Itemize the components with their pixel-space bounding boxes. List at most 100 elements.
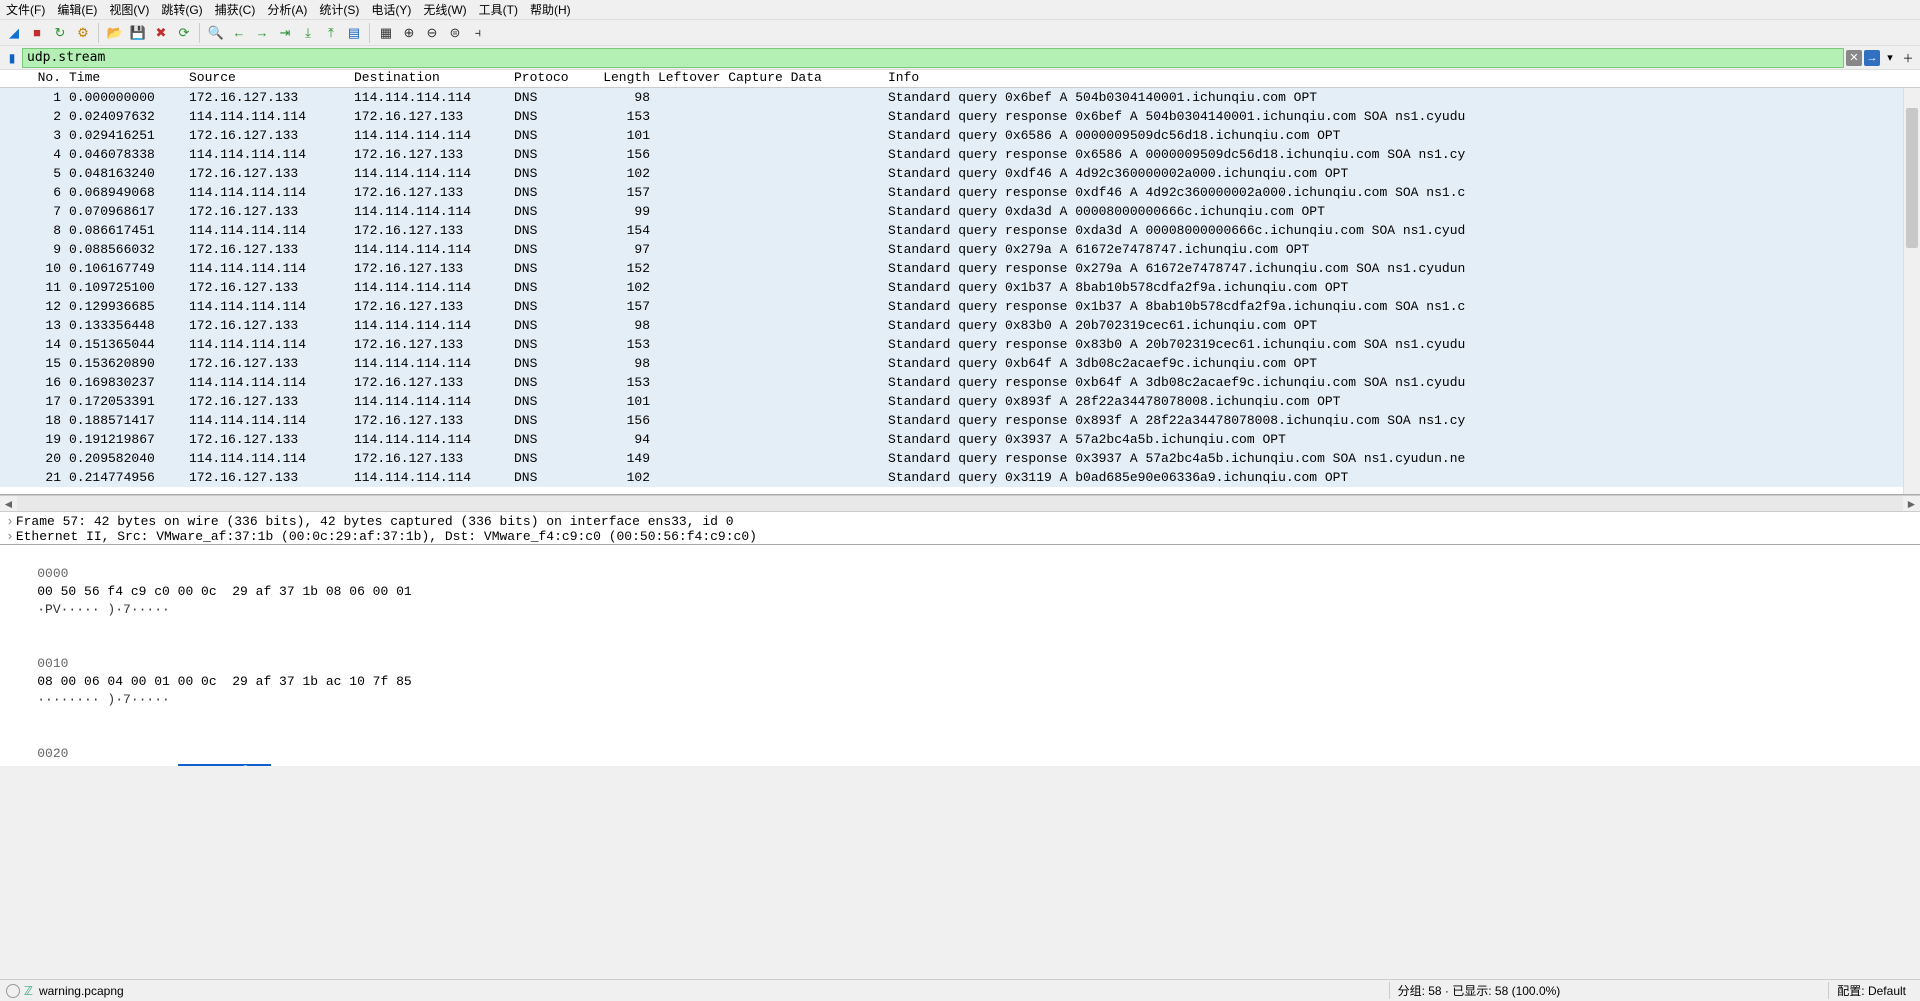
menu-wireless[interactable]: 无线(W): [423, 1, 466, 18]
open-file-icon[interactable]: 📂: [105, 23, 125, 43]
packet-row[interactable]: 60.068949068114.114.114.114172.16.127.13…: [0, 183, 1920, 202]
packet-row[interactable]: 10.000000000172.16.127.133114.114.114.11…: [0, 88, 1920, 107]
colorize-icon[interactable]: ▦: [376, 23, 396, 43]
scroll-right-icon[interactable]: ►: [1903, 495, 1920, 512]
hex-bytes: 08 00 06 04 00 01 00 0c 29 af 37 1b ac 1…: [37, 673, 447, 691]
vertical-scrollbar[interactable]: [1903, 88, 1920, 494]
packet-row[interactable]: 70.070968617172.16.127.133114.114.114.11…: [0, 202, 1920, 221]
packet-row[interactable]: 110.109725100172.16.127.133114.114.114.1…: [0, 278, 1920, 297]
stop-capture-icon[interactable]: ■: [27, 23, 47, 43]
packet-list-body[interactable]: 10.000000000172.16.127.133114.114.114.11…: [0, 88, 1920, 495]
separator: [98, 23, 100, 43]
menu-file[interactable]: 文件(F): [6, 1, 45, 18]
hex-ascii: ·PV····· )·7·····: [37, 601, 170, 619]
detail-eth-line: Ethernet II, Src: VMware_af:37:1b (00:0c…: [16, 529, 757, 544]
display-filter-bar: ▮ ✕ → ▾ ＋: [0, 46, 1920, 70]
expand-icon[interactable]: ›: [6, 529, 14, 544]
menu-analyze[interactable]: 分析(A): [267, 1, 307, 18]
col-header-time[interactable]: Time: [65, 70, 185, 87]
packet-row[interactable]: 140.151365044114.114.114.114172.16.127.1…: [0, 335, 1920, 354]
restart-capture-icon[interactable]: ↻: [50, 23, 70, 43]
hex-offset: 0010: [37, 655, 85, 673]
packet-row[interactable]: 120.129936685114.114.114.114172.16.127.1…: [0, 297, 1920, 316]
detail-frame-line: Frame 57: 42 bytes on wire (336 bits), 4…: [16, 514, 734, 529]
menu-stats[interactable]: 统计(S): [319, 1, 359, 18]
packet-row[interactable]: 80.086617451114.114.114.114172.16.127.13…: [0, 221, 1920, 240]
filter-expression-icon[interactable]: ▾: [1882, 50, 1898, 66]
col-header-leftover[interactable]: Leftover Capture Data: [654, 70, 884, 87]
autoscroll-icon[interactable]: ▤: [344, 23, 364, 43]
menu-tools[interactable]: 工具(T): [479, 1, 518, 18]
packet-row[interactable]: 130.133356448172.16.127.133114.114.114.1…: [0, 316, 1920, 335]
horizontal-scrollbar[interactable]: ◄ ►: [0, 495, 1920, 512]
clear-filter-icon[interactable]: ✕: [1846, 50, 1862, 66]
col-header-info[interactable]: Info: [884, 70, 1920, 87]
zoom-out-icon[interactable]: ⊖: [422, 23, 442, 43]
jump-to-icon[interactable]: ⇥: [275, 23, 295, 43]
bookmark-filter-icon[interactable]: ▮: [4, 50, 20, 66]
packet-row[interactable]: 20.024097632114.114.114.114172.16.127.13…: [0, 107, 1920, 126]
hex-offset: 0020: [37, 745, 85, 763]
menu-capture[interactable]: 捕获(C): [215, 1, 256, 18]
hex-ascii: ········ )·7·····: [37, 691, 170, 709]
packet-row[interactable]: 210.214774956172.16.127.133114.114.114.1…: [0, 468, 1920, 487]
menubar: 文件(F) 编辑(E) 视图(V) 跳转(G) 捕获(C) 分析(A) 统计(S…: [0, 0, 1920, 20]
hex-offset: 0000: [37, 565, 85, 583]
col-header-length[interactable]: Length: [570, 70, 654, 87]
col-header-destination[interactable]: Destination: [350, 70, 510, 87]
packet-row[interactable]: 160.169830237114.114.114.114172.16.127.1…: [0, 373, 1920, 392]
statusbar: ℤ warning.pcapng 分组: 58 · 已显示: 58 (100.0…: [0, 979, 1920, 1001]
menu-help[interactable]: 帮助(H): [530, 1, 571, 18]
close-file-icon[interactable]: ✖: [151, 23, 171, 43]
start-capture-icon[interactable]: ◢: [4, 23, 24, 43]
separator: [199, 23, 201, 43]
hex-bytes: 00 00 00 00 00 00 ac 10 7f 02: [37, 763, 447, 766]
menu-view[interactable]: 视图(V): [109, 1, 149, 18]
display-filter-input[interactable]: [22, 48, 1844, 68]
menu-phone[interactable]: 电话(Y): [371, 1, 411, 18]
packet-row[interactable]: 40.046078338114.114.114.114172.16.127.13…: [0, 145, 1920, 164]
packet-list-pane: No. Time Source Destination Protocol Len…: [0, 70, 1920, 495]
apply-filter-icon[interactable]: →: [1864, 50, 1880, 66]
toolbar: ◢ ■ ↻ ⚙ 📂 💾 ✖ ⟳ 🔍 ← → ⇥ ⤓ ⤒ ▤ ▦ ⊕ ⊖ ⊜ ⫞: [0, 20, 1920, 46]
hex-highlight: ac 10 7f 02: [178, 764, 272, 766]
col-header-source[interactable]: Source: [185, 70, 350, 87]
col-header-no[interactable]: No.: [0, 70, 65, 87]
expand-icon[interactable]: ›: [6, 514, 14, 529]
packet-bytes-pane[interactable]: 0000 00 50 56 f4 c9 c0 00 0c 29 af 37 1b…: [0, 545, 1920, 766]
menu-go[interactable]: 跳转(G): [161, 1, 202, 18]
go-first-icon[interactable]: ⤓: [298, 23, 318, 43]
col-header-protocol[interactable]: Protocol: [510, 70, 570, 87]
status-packet-count: 分组: 58 · 已显示: 58 (100.0%): [1389, 982, 1569, 999]
status-filename: warning.pcapng: [39, 984, 124, 998]
packet-detail-pane[interactable]: ›Frame 57: 42 bytes on wire (336 bits), …: [0, 512, 1920, 545]
menu-edit[interactable]: 编辑(E): [57, 1, 97, 18]
go-back-icon[interactable]: ←: [229, 23, 249, 43]
scroll-left-icon[interactable]: ◄: [0, 495, 17, 512]
packet-row[interactable]: 50.048163240172.16.127.133114.114.114.11…: [0, 164, 1920, 183]
go-last-icon[interactable]: ⤒: [321, 23, 341, 43]
find-icon[interactable]: 🔍: [206, 23, 226, 43]
packet-row[interactable]: 170.172053391172.16.127.133114.114.114.1…: [0, 392, 1920, 411]
packet-list-header: No. Time Source Destination Protocol Len…: [0, 70, 1920, 88]
capture-options-icon[interactable]: ⚙: [73, 23, 93, 43]
zoom-reset-icon[interactable]: ⊜: [445, 23, 465, 43]
hex-bytes: 00 50 56 f4 c9 c0 00 0c 29 af 37 1b 08 0…: [37, 583, 447, 601]
resize-columns-icon[interactable]: ⫞: [468, 23, 488, 43]
save-file-icon[interactable]: 💾: [128, 23, 148, 43]
packet-row[interactable]: 90.088566032172.16.127.133114.114.114.11…: [0, 240, 1920, 259]
capture-file-properties-icon[interactable]: ℤ: [24, 984, 33, 998]
packet-row[interactable]: 200.209582040114.114.114.114172.16.127.1…: [0, 449, 1920, 468]
packet-row[interactable]: 180.188571417114.114.114.114172.16.127.1…: [0, 411, 1920, 430]
status-profile[interactable]: 配置: Default: [1828, 982, 1914, 999]
packet-row[interactable]: 100.106167749114.114.114.114172.16.127.1…: [0, 259, 1920, 278]
separator: [369, 23, 371, 43]
reload-icon[interactable]: ⟳: [174, 23, 194, 43]
expert-info-icon[interactable]: [6, 984, 20, 998]
packet-row[interactable]: 30.029416251172.16.127.133114.114.114.11…: [0, 126, 1920, 145]
zoom-in-icon[interactable]: ⊕: [399, 23, 419, 43]
go-forward-icon[interactable]: →: [252, 23, 272, 43]
packet-row[interactable]: 150.153620890172.16.127.133114.114.114.1…: [0, 354, 1920, 373]
packet-row[interactable]: 190.191219867172.16.127.133114.114.114.1…: [0, 430, 1920, 449]
add-filter-button-icon[interactable]: ＋: [1900, 50, 1916, 66]
